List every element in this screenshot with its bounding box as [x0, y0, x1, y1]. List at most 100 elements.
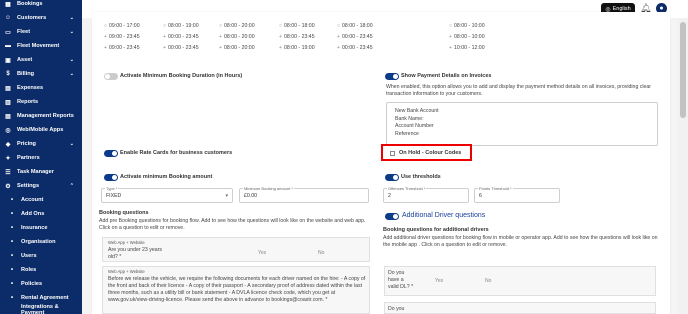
sidebar-item-fleet[interactable]: ▭ Fleet ⌄ — [0, 25, 82, 39]
bank-line: Bank Name: — [395, 115, 424, 122]
sidebar-item-label: Fleet Movement — [17, 43, 60, 49]
chart-icon: ▥ — [5, 99, 11, 106]
sidebar-item-task-manager[interactable]: ☰ Task Manager — [0, 165, 82, 179]
sidebar-item-label: Task Manager — [17, 169, 54, 175]
sidebar-item-label: Expenses — [17, 85, 44, 91]
time-slot[interactable]: ○ 09:00 - 17:00 — [104, 20, 140, 31]
driver-question-item[interactable]: Do you — [384, 302, 656, 314]
time-slot[interactable]: +00:00 - 23:45 — [163, 42, 199, 53]
time-slot[interactable]: ○ 08:00 - 18:00 — [337, 20, 373, 31]
time-slot[interactable]: +08:00 - 20:00 — [219, 42, 255, 53]
sidebar-item-reports[interactable]: ▥ Reports — [0, 95, 82, 109]
min-amount-label: Minimum Booking amount * — [243, 186, 294, 191]
payment-details-toggle[interactable] — [385, 73, 399, 80]
time-slot[interactable]: +10:00 - 12:00 — [449, 42, 485, 53]
booking-question-item[interactable]: Web App + Website Are you under 23 years… — [102, 237, 370, 262]
chevron-down-icon: ⌄ — [69, 71, 74, 77]
min-booking-duration-toggle[interactable] — [104, 73, 118, 80]
time-slot[interactable]: +08:00 - 10:00 — [449, 31, 485, 42]
tasks-icon: ☰ — [5, 169, 11, 176]
sidebar: ▦ Bookings ☺ Customers ⌄ ▭ Fleet ⌄ ▬ Fleet Moveme… — [0, 0, 82, 314]
time-slot[interactable]: +00:00 - 23:45 — [163, 31, 199, 42]
time-slot[interactable]: +00:00 - 23:45 — [337, 42, 373, 53]
offences-threshold-input[interactable]: Offences Threshold * 2 — [383, 186, 469, 203]
highlight-box — [381, 144, 472, 161]
billing-icon: $ — [6, 71, 10, 77]
time-slot[interactable]: ○ 08:00 - 18:00 — [279, 20, 315, 31]
sidebar-item-billing[interactable]: $ Billing ⌄ — [0, 67, 82, 81]
time-slot[interactable]: +08:00 - 20:00 — [219, 31, 255, 42]
min-booking-amount-toggle[interactable] — [104, 174, 118, 181]
thresholds-toggle[interactable] — [385, 174, 399, 181]
yes-option[interactable]: Yes — [258, 250, 266, 256]
rate-cards-label: Enable Rate Cards for business customers — [120, 150, 233, 156]
time-slot[interactable]: ○ 08:00 - 20:00 — [219, 20, 255, 31]
bullet-icon: • — [10, 239, 14, 245]
booking-question-item[interactable]: Web App + Website Before we release the … — [102, 266, 370, 314]
time-range: 08:00 - 18:00 — [284, 22, 315, 29]
points-value: 6 — [479, 193, 482, 199]
min-amount-input[interactable]: Minimum Booking amount * £0.00 — [239, 186, 369, 203]
time-range: 00:00 - 23:45 — [342, 44, 373, 51]
sidebar-item-bookings[interactable]: ▦ Bookings — [0, 0, 82, 11]
question-text: Are you under 23 years old? * — [108, 247, 162, 260]
bullet-icon: • — [10, 225, 14, 231]
sidebar-item-customers[interactable]: ☺ Customers ⌄ — [0, 11, 82, 25]
sidebar-subitem-users[interactable]: • Users — [0, 249, 82, 263]
bank-details-textarea[interactable]: New Bank Account Bank Name: Account Numb… — [386, 102, 658, 146]
type-select[interactable]: Type * FIXED ▾ — [101, 186, 233, 203]
points-threshold-input[interactable]: Points Threshold * 6 — [474, 186, 560, 203]
time-range: 08:00 - 20:00 — [224, 44, 255, 51]
rate-cards-toggle[interactable] — [104, 150, 118, 157]
sidebar-item-settings[interactable]: ⚙ Settings ⌃ — [0, 179, 82, 193]
document-icon: ▤ — [5, 113, 11, 120]
question-text: Do you have a valid DL? * — [388, 270, 414, 290]
sidebar-subitem-add-ons[interactable]: • Add Ons — [0, 207, 82, 221]
time-slot[interactable]: +08:00 - 19:00 — [279, 42, 315, 53]
time-slot[interactable]: +00:00 - 23:45 — [337, 31, 373, 42]
no-option[interactable]: No — [318, 250, 324, 256]
bullet-icon: • — [10, 211, 14, 217]
time-range: 09:00 - 17:00 — [109, 22, 140, 29]
sidebar-item-pricing[interactable]: ◆ Pricing ⌄ — [0, 137, 82, 151]
no-option[interactable]: No — [485, 278, 491, 284]
additional-driver-toggle[interactable] — [385, 213, 399, 220]
sidebar-subitem-integrations[interactable]: Integrations & Payment — [0, 303, 82, 314]
sidebar-item-web-mobile-apps[interactable]: ◎ Web/Mobile Apps — [0, 123, 82, 137]
time-range: 08:00 - 19:00 — [284, 44, 315, 51]
time-range: 00:00 - 23:45 — [168, 44, 199, 51]
time-slot[interactable]: ○ 08:00 - 10:00 — [449, 20, 485, 31]
sidebar-item-partners[interactable]: ✦ Partners — [0, 151, 82, 165]
question-text: Before we release the vehicle, we requir… — [108, 276, 366, 303]
time-column: ○ 08:00 - 18:00 +08:00 - 23:45 +08:00 - 19:… — [279, 20, 315, 53]
time-slot[interactable]: ○ 08:00 - 19:00 — [163, 20, 199, 31]
time-slot[interactable]: +09:00 - 23:45 — [104, 31, 140, 42]
car-icon: ▭ — [5, 29, 11, 36]
time-column: ○ 08:00 - 20:00 +08:00 - 20:00 +08:00 - 20:… — [219, 20, 255, 53]
time-slot[interactable]: +09:00 - 23:45 — [104, 42, 140, 53]
bullet-icon: • — [10, 267, 14, 273]
sidebar-subitem-insurance[interactable]: • Insurance — [0, 221, 82, 235]
box-icon: ▣ — [5, 57, 11, 64]
sidebar-item-label: Bookings — [17, 1, 43, 7]
sidebar-subitem-policies[interactable]: • Policies — [0, 277, 82, 291]
sidebar-item-management-reports[interactable]: ▤ Management Reports — [0, 109, 82, 123]
yes-option[interactable]: Yes — [435, 278, 443, 284]
sidebar-item-expenses[interactable]: ▤ Expenses — [0, 81, 82, 95]
driver-question-item[interactable]: Do you have a valid DL? * Yes No — [384, 266, 656, 296]
time-column: ○ 08:00 - 19:00 +00:00 - 23:45 +00:00 - 23:… — [163, 20, 199, 53]
min-amount-value: £0.00 — [244, 193, 257, 199]
sidebar-subitem-organisation[interactable]: • Organisation — [0, 235, 82, 249]
payment-details-label: Show Payment Details on Invoices — [401, 73, 492, 79]
sidebar-item-label: Roles — [21, 267, 37, 273]
sidebar-subitem-roles[interactable]: • Roles — [0, 263, 82, 277]
time-range: 08:00 - 19:00 — [168, 22, 199, 29]
receipt-icon: ▤ — [5, 85, 11, 92]
sidebar-item-fleet-movement[interactable]: ▬ Fleet Movement — [0, 39, 82, 53]
sidebar-subitem-account[interactable]: • Account — [0, 193, 82, 207]
scrollbar-thumb[interactable] — [680, 22, 686, 118]
bank-line: New Bank Account — [395, 108, 439, 114]
time-slot[interactable]: +08:00 - 23:45 — [279, 31, 315, 42]
sidebar-item-asset[interactable]: ▣ Asset ⌄ — [0, 53, 82, 67]
question-tag: Web App + Website — [108, 240, 145, 245]
